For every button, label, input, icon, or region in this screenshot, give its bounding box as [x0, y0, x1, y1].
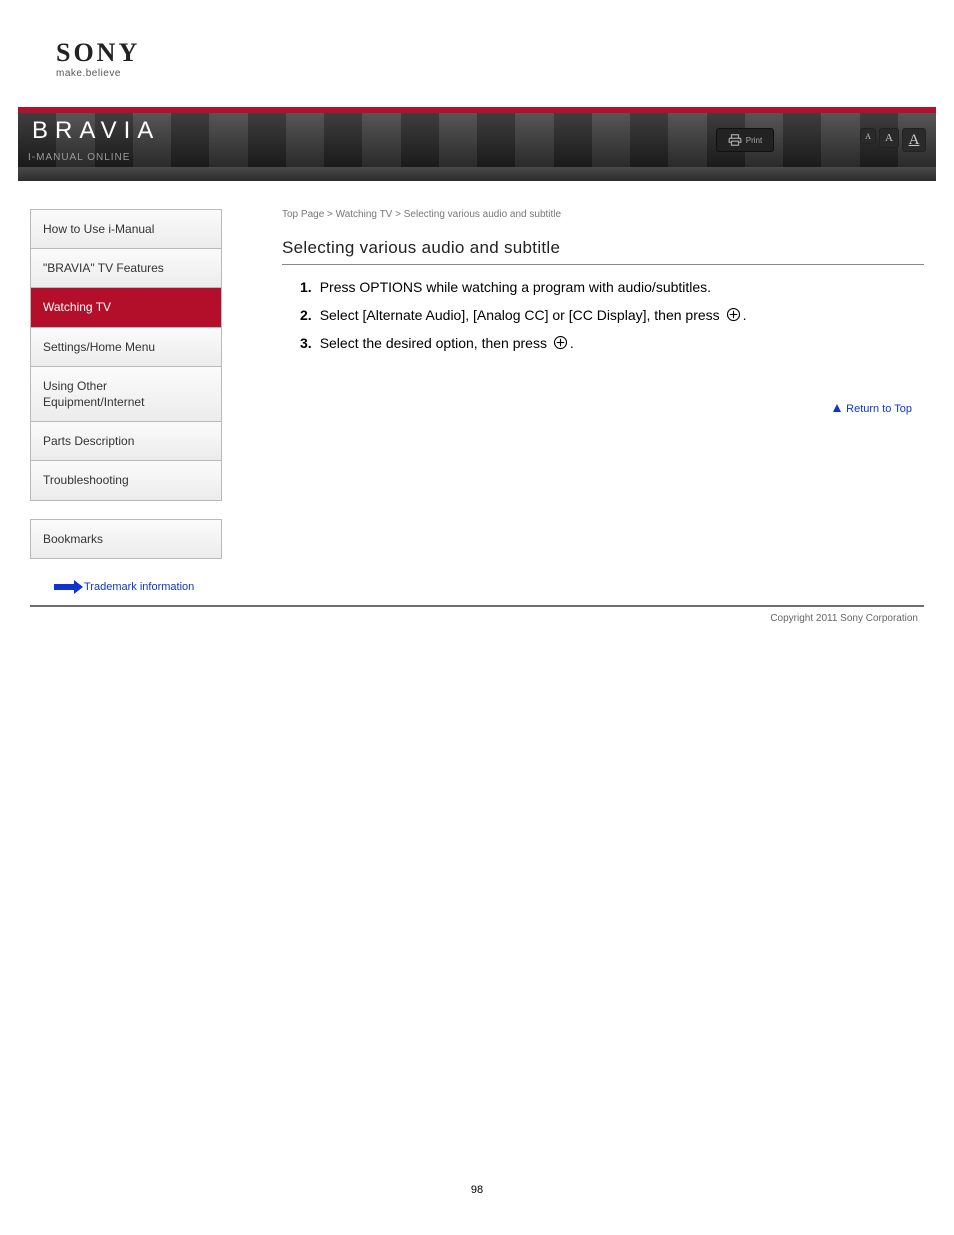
page-title: Selecting various audio and subtitle	[282, 238, 924, 262]
sub-menu: Bookmarks	[30, 519, 222, 559]
banner: BRAVIA i-Manual online Print A A A	[18, 107, 936, 181]
sidebar-item-5[interactable]: Parts Description	[31, 422, 221, 461]
trademark-label: Trademark information	[84, 581, 194, 593]
page-number: 98	[0, 1184, 954, 1196]
sidebar-item-3[interactable]: Settings/Home Menu	[31, 328, 221, 367]
print-label: Print	[746, 136, 762, 145]
enter-plus-icon	[553, 335, 568, 350]
font-size-switch: A A A	[860, 128, 926, 152]
instruction-list: 1.Press OPTIONS while watching a program…	[282, 275, 924, 357]
return-to-top-link[interactable]: Return to Top	[282, 403, 924, 415]
sidebar-item-0[interactable]: How to Use i-Manual	[31, 210, 221, 249]
printer-icon	[728, 133, 742, 147]
main-menu: How to Use i-Manual"BRAVIA" TV FeaturesW…	[30, 209, 222, 501]
return-to-top-label: Return to Top	[846, 403, 912, 415]
logo-sony: SONY	[56, 40, 954, 66]
copyright: Copyright 2011 Sony Corporation	[0, 607, 954, 624]
arrow-right-icon	[54, 584, 76, 590]
font-medium-button[interactable]: A	[879, 128, 899, 148]
brand-logo: SONY make.believe	[0, 40, 954, 79]
sidebar-item-4[interactable]: Using Other Equipment/Internet	[31, 367, 221, 422]
step-3: 3.Select the desired option, then press …	[300, 331, 924, 357]
logo-tagline: make.believe	[56, 68, 954, 79]
bravia-logo: BRAVIA	[32, 117, 160, 145]
trademark-link[interactable]: Trademark information	[30, 577, 222, 593]
sidebar-item-2[interactable]: Watching TV	[31, 288, 221, 327]
enter-plus-icon	[726, 307, 741, 322]
sidebar-item-1[interactable]: "BRAVIA" TV Features	[31, 249, 221, 288]
triangle-up-icon	[832, 403, 842, 413]
sidebar-item-6[interactable]: Troubleshooting	[31, 461, 221, 499]
step-2: 2.Select [Alternate Audio], [Analog CC] …	[300, 303, 924, 329]
main-content: Top Page > Watching TV > Selecting vario…	[222, 209, 924, 593]
breadcrumb: Top Page > Watching TV > Selecting vario…	[282, 209, 924, 220]
font-large-button[interactable]: A	[902, 128, 926, 152]
imanual-caption: i-Manual online	[28, 152, 130, 163]
step-1: 1.Press OPTIONS while watching a program…	[300, 275, 924, 301]
print-button[interactable]: Print	[716, 128, 774, 152]
sidebar-sub-item-0[interactable]: Bookmarks	[31, 520, 221, 558]
font-small-button[interactable]: A	[860, 128, 876, 144]
sidebar: How to Use i-Manual"BRAVIA" TV FeaturesW…	[30, 209, 222, 593]
